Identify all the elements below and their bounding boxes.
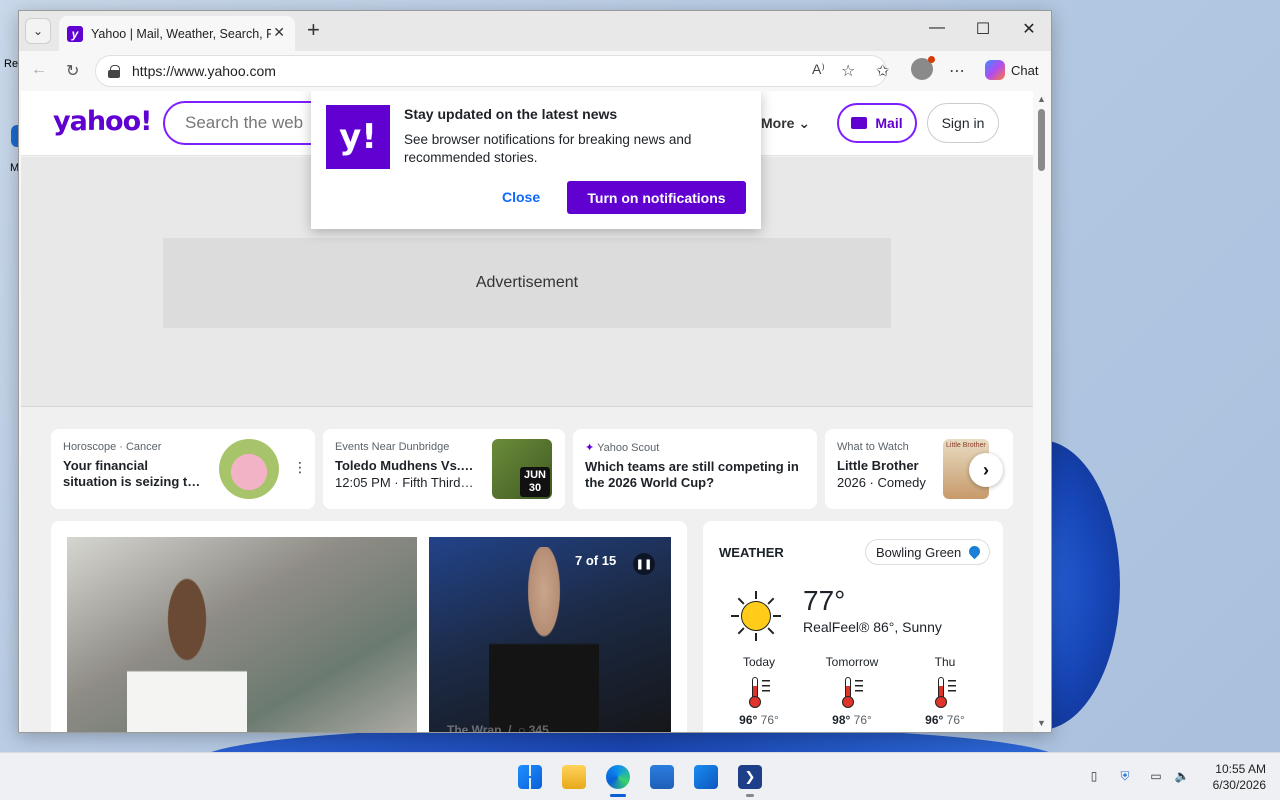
desktop-icon-label[interactable]: Re: [4, 58, 18, 70]
weather-widget: WEATHER Bowling Green 77° RealFeel® 86°,…: [703, 521, 1003, 732]
notification-body: See browser notifications for breaking n…: [404, 132, 692, 165]
tab-bar: ⌄ y Yahoo | Mail, Weather, Search, Poli …: [19, 11, 1051, 51]
file-explorer-icon[interactable]: [562, 765, 586, 789]
more-label: More: [761, 115, 795, 131]
tab-list-button[interactable]: ⌄: [25, 18, 51, 44]
store-icon[interactable]: [650, 765, 674, 789]
running-app-indicator: [746, 794, 754, 797]
usb-icon[interactable]: ▯: [1086, 769, 1102, 785]
notification-close-button[interactable]: Close: [502, 189, 540, 205]
chevron-down-icon: ⌄: [32, 24, 44, 38]
news-photo-actor[interactable]: 7 of 15 ❚❚ The Wrap / ○ 345: [429, 537, 671, 732]
comment-icon: ○: [518, 723, 526, 732]
story-cards-row: Horoscope · Cancer Your financial situat…: [51, 429, 1013, 509]
yahoo-scout-icon: ✦: [585, 442, 598, 454]
taskbar: ❯ ▯ ⛨ ▭ 🔈 10:55 AM 6/30/2026: [0, 752, 1280, 800]
edge-browser-icon[interactable]: [606, 765, 630, 789]
volume-muted-icon[interactable]: 🔈: [1174, 769, 1190, 785]
tab-yahoo[interactable]: y Yahoo | Mail, Weather, Search, Poli ✕: [59, 16, 295, 51]
address-bar-row: ← ↻ https://www.yahoo.com A⁾ ☆ ✩ ⋯ Chat: [19, 51, 1051, 91]
news-carousel: 7 of 15 ❚❚ The Wrap / ○ 345: [51, 521, 687, 732]
card-title: Your financial situation is seizing t…: [63, 458, 201, 489]
scroll-up-icon[interactable]: ▲: [1037, 94, 1046, 104]
yahoo-favicon-icon: y: [67, 25, 83, 42]
realfeel-text: RealFeel® 86°, Sunny: [803, 619, 942, 635]
card-category: ✦ Yahoo Scout: [585, 442, 660, 454]
copilot-icon: [985, 60, 1005, 80]
notification-prompt: y! Stay updated on the latest news See b…: [311, 91, 761, 229]
maximize-icon[interactable]: ☐: [968, 19, 998, 39]
refresh-icon[interactable]: ↻: [66, 61, 79, 81]
thermometer-icon: [840, 677, 864, 708]
weather-location-button[interactable]: Bowling Green: [865, 539, 991, 565]
chevron-down-icon: ⌄: [798, 115, 811, 131]
card-scout[interactable]: ✦ Yahoo Scout Which teams are still comp…: [573, 429, 817, 509]
scroll-down-icon[interactable]: ▼: [1037, 718, 1046, 728]
pause-icon[interactable]: ❚❚: [633, 553, 655, 575]
web-page: yahoo! Search the web More ⌄ Mail Sign i…: [21, 91, 1033, 732]
minimize-icon[interactable]: —: [922, 19, 952, 37]
more-menu[interactable]: More ⌄: [761, 115, 810, 132]
news-photo-tennis[interactable]: [67, 537, 417, 732]
turn-on-notifications-button[interactable]: Turn on notifications: [567, 181, 746, 214]
outlook-icon[interactable]: [694, 765, 718, 789]
horoscope-crab-icon: [219, 439, 279, 499]
read-aloud-icon[interactable]: A⁾: [812, 61, 825, 78]
thermometer-icon: [747, 677, 771, 708]
browser-window: ⌄ y Yahoo | Mail, Weather, Search, Poli …: [18, 10, 1052, 733]
favorite-star-icon[interactable]: ☆: [841, 61, 855, 81]
mail-button[interactable]: Mail: [837, 103, 917, 143]
scroll-thumb[interactable]: [1038, 109, 1045, 171]
powershell-icon[interactable]: ❯: [738, 765, 762, 789]
weather-title: WEATHER: [719, 545, 784, 560]
advertisement[interactable]: Advertisement: [163, 238, 891, 328]
favorites-icon[interactable]: ✩: [876, 61, 889, 81]
notification-dot-icon: [928, 56, 935, 63]
event-thumbnail: JUN 30: [492, 439, 552, 499]
sunny-icon: [731, 591, 781, 641]
yahoo-logo[interactable]: yahoo!: [53, 106, 152, 137]
notification-title: Stay updated on the latest news: [404, 106, 618, 122]
sign-in-button[interactable]: Sign in: [927, 103, 999, 143]
forecast-thu: Thu 96° 76°: [925, 655, 965, 727]
event-day: 30: [528, 482, 542, 494]
network-icon[interactable]: ▭: [1148, 769, 1164, 785]
new-tab-button[interactable]: +: [307, 19, 320, 41]
slide-counter: 7 of 15: [575, 553, 617, 568]
more-options-icon[interactable]: ⋯: [949, 61, 965, 81]
mail-label: Mail: [875, 115, 903, 131]
card-title: Which teams are still competing in the 2…: [585, 459, 799, 490]
clock-date: 6/30/2026: [1212, 778, 1266, 792]
card-event[interactable]: Events Near Dunbridge Toledo Mudhens Vs.…: [323, 429, 565, 509]
tab-title: Yahoo | Mail, Weather, Search, Poli: [91, 26, 271, 41]
poster-title: Little Brother: [946, 442, 986, 449]
next-arrow-icon[interactable]: ›: [969, 453, 1003, 487]
current-temp: 77°: [803, 585, 846, 616]
forecast-today: Today 96° 76°: [739, 655, 779, 727]
location-pin-icon: [967, 543, 983, 560]
lock-icon[interactable]: [108, 64, 120, 78]
yahoo-logo-icon: y!: [326, 105, 390, 169]
start-windows-icon[interactable]: [518, 765, 542, 789]
active-app-indicator: [610, 794, 626, 797]
mail-icon: [851, 117, 868, 129]
url-field[interactable]: https://www.yahoo.com: [95, 55, 887, 87]
thermometer-icon: [933, 677, 957, 708]
security-shield-icon[interactable]: ⛨: [1117, 769, 1133, 785]
url-text[interactable]: https://www.yahoo.com: [132, 63, 276, 79]
profile-avatar[interactable]: [911, 56, 935, 80]
system-clock[interactable]: 10:55 AM 6/30/2026: [1200, 761, 1266, 793]
copilot-chat-button[interactable]: Chat: [979, 55, 1045, 85]
clock-time: 10:55 AM: [1215, 762, 1266, 776]
forecast-tomorrow: Tomorrow 98° 76°: [825, 655, 879, 727]
page-scrollbar[interactable]: ▲ ▼: [1033, 91, 1051, 732]
news-source: The Wrap / ○ 345: [447, 723, 549, 732]
close-tab-icon[interactable]: ✕: [273, 24, 285, 41]
card-horoscope[interactable]: Horoscope · Cancer Your financial situat…: [51, 429, 315, 509]
kebab-menu-icon[interactable]: ⋮: [293, 459, 307, 476]
close-window-icon[interactable]: ✕: [1014, 19, 1044, 39]
event-month: JUN: [523, 469, 546, 481]
chat-label: Chat: [1011, 62, 1039, 78]
back-arrow-icon[interactable]: ←: [31, 61, 47, 79]
